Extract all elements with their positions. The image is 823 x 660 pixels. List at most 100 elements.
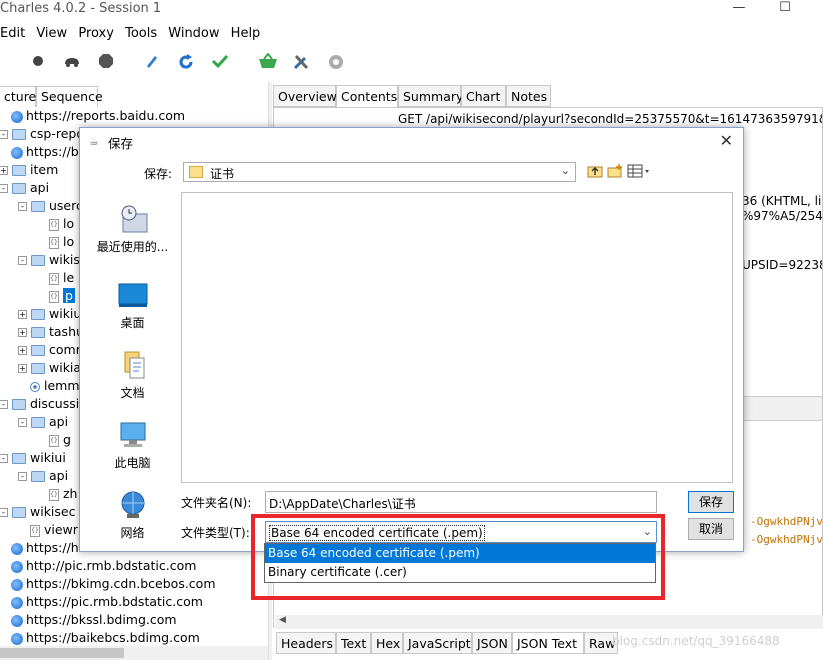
collapse-icon[interactable]: - [18, 418, 27, 427]
tree-row[interactable]: https://pic.rmb.bdstatic.com [11, 593, 203, 611]
left-horizontal-scrollbar[interactable] [0, 646, 268, 660]
expand-icon[interactable]: + [0, 166, 8, 175]
tree-row[interactable]: {} zh [49, 485, 77, 503]
tab-chart[interactable]: Chart [461, 85, 506, 107]
expand-icon[interactable]: + [18, 310, 27, 319]
menu-edit[interactable]: Edit [0, 26, 25, 41]
tree-row[interactable]: + comr [18, 341, 81, 359]
tab-headers[interactable]: Headers [276, 632, 336, 654]
up-folder-icon[interactable] [587, 164, 603, 182]
place-this-pc[interactable]: 此电脑 [90, 420, 175, 471]
collapse-icon[interactable]: - [18, 202, 27, 211]
globe-icon [11, 146, 23, 159]
expand-icon[interactable]: + [18, 346, 27, 355]
tools-icon[interactable] [291, 53, 311, 73]
throttle-icon[interactable] [62, 53, 82, 73]
tree-row[interactable]: - csp-repo [0, 125, 84, 143]
place-documents[interactable]: 文档 [90, 350, 175, 401]
tree-row[interactable]: https://bkimg.cdn.bcebos.com [11, 575, 216, 593]
tree-row[interactable]: - wikisec [0, 503, 75, 521]
tree-row[interactable]: https://baikebcs.bdimg.com [11, 629, 200, 647]
tree-row[interactable]: {} viewr [30, 521, 78, 539]
place-this-pc-label: 此电脑 [114, 456, 151, 470]
tree-row[interactable]: {} lo [49, 215, 74, 233]
tree-row[interactable]: lemm [30, 377, 80, 395]
tab-overview[interactable]: Overview [273, 85, 337, 107]
tree-row[interactable]: {} g [49, 431, 71, 449]
expand-icon[interactable]: + [18, 328, 27, 337]
tree-row[interactable]: https://reports.baidu.com [11, 107, 185, 125]
menu-help[interactable]: Help [231, 26, 261, 41]
response-line: -OgwkhdPNjvL [750, 515, 823, 528]
tree-row[interactable]: http://pic.rmb.bdstatic.com [11, 557, 196, 575]
settings-icon[interactable] [326, 53, 346, 73]
place-recent[interactable]: 最近使用的... [90, 204, 175, 255]
collapse-icon[interactable]: - [0, 130, 8, 139]
tree-row[interactable]: + item [0, 161, 58, 179]
menu-tools[interactable]: Tools [125, 26, 157, 41]
tree-row[interactable]: + wikiu [18, 305, 81, 323]
tab-text[interactable]: Text [336, 632, 371, 654]
tree-row[interactable]: - wikis [18, 251, 80, 269]
maximize-button[interactable]: ☐ [762, 0, 808, 20]
minimize-button[interactable]: — [716, 0, 762, 20]
dialog-title: 保存 [108, 136, 134, 151]
window-title: Charles 4.0.2 - Session 1 [0, 1, 162, 16]
new-folder-icon[interactable] [607, 164, 623, 182]
folder-icon [12, 129, 26, 140]
collapse-icon[interactable]: - [0, 400, 8, 409]
tree-row-label: https://baikebcs.bdimg.com [26, 630, 200, 645]
right-horizontal-scrollbar[interactable]: ◀ [275, 615, 823, 629]
save-button[interactable]: 保存 [688, 491, 734, 513]
tree-row[interactable]: https://bkssl.bdimg.com [11, 611, 177, 629]
tree-row[interactable]: {} lo [49, 233, 74, 251]
save-in-select[interactable]: 证书 ⌄ [183, 162, 576, 182]
tree-row[interactable]: - wikiui [0, 449, 66, 467]
filename-input[interactable]: D:\AppDate\Charles\证书 [265, 491, 657, 513]
view-menu-icon[interactable] [627, 164, 651, 182]
collapse-icon[interactable]: - [0, 454, 8, 463]
collapse-icon[interactable]: - [0, 184, 8, 193]
menu-proxy[interactable]: Proxy [78, 26, 114, 41]
tab-summary[interactable]: Summary [398, 85, 463, 107]
close-button[interactable]: ✕ [720, 131, 733, 150]
tab-contents[interactable]: Contents [336, 85, 398, 107]
tree-row[interactable]: - api [0, 179, 49, 197]
basket-icon[interactable] [258, 52, 278, 73]
tab-structure[interactable]: cture [0, 86, 36, 107]
menu-window[interactable]: Window [168, 26, 219, 41]
place-desktop[interactable]: 桌面 [90, 280, 175, 331]
expand-icon[interactable]: + [18, 364, 27, 373]
collapse-icon[interactable]: - [0, 508, 8, 517]
refresh-icon[interactable] [176, 53, 196, 73]
tab-json[interactable]: JSON [472, 632, 512, 654]
menu-view[interactable]: View [36, 26, 67, 41]
folder-icon [31, 255, 45, 266]
tree-row[interactable]: - userc [18, 197, 83, 215]
tree-row-label: wikiui [30, 450, 66, 465]
tab-hex[interactable]: Hex [371, 632, 403, 654]
watermark: blog.csdn.net/qq_39166488 [612, 634, 780, 648]
globe-icon [11, 560, 23, 573]
tree-row-label: wikis [49, 252, 80, 267]
record-icon[interactable] [28, 53, 48, 73]
cancel-button[interactable]: 取消 [688, 518, 734, 540]
tree-row[interactable]: - api [18, 413, 68, 431]
tree-row[interactable]: {} p [49, 287, 75, 305]
tab-javascript[interactable]: JavaScript [403, 632, 472, 654]
tab-notes[interactable]: Notes [506, 85, 551, 107]
tree-row[interactable]: - discussi [0, 395, 79, 413]
file-list[interactable] [181, 192, 733, 483]
place-network[interactable]: 网络 [90, 490, 175, 541]
tree-row[interactable]: - api [18, 467, 68, 485]
pen-icon[interactable] [142, 53, 162, 73]
check-icon[interactable] [210, 53, 230, 73]
collapse-icon[interactable]: - [18, 472, 27, 481]
tab-sequence[interactable]: Sequence [36, 86, 103, 107]
collapse-icon[interactable]: - [18, 256, 27, 265]
breakpoint-icon[interactable] [96, 53, 116, 73]
tab-json-text[interactable]: JSON Text [512, 632, 584, 654]
tree-row[interactable]: + tashu [18, 323, 84, 341]
tree-row[interactable]: + wikia [18, 359, 81, 377]
tree-row[interactable]: {} le [49, 269, 74, 287]
